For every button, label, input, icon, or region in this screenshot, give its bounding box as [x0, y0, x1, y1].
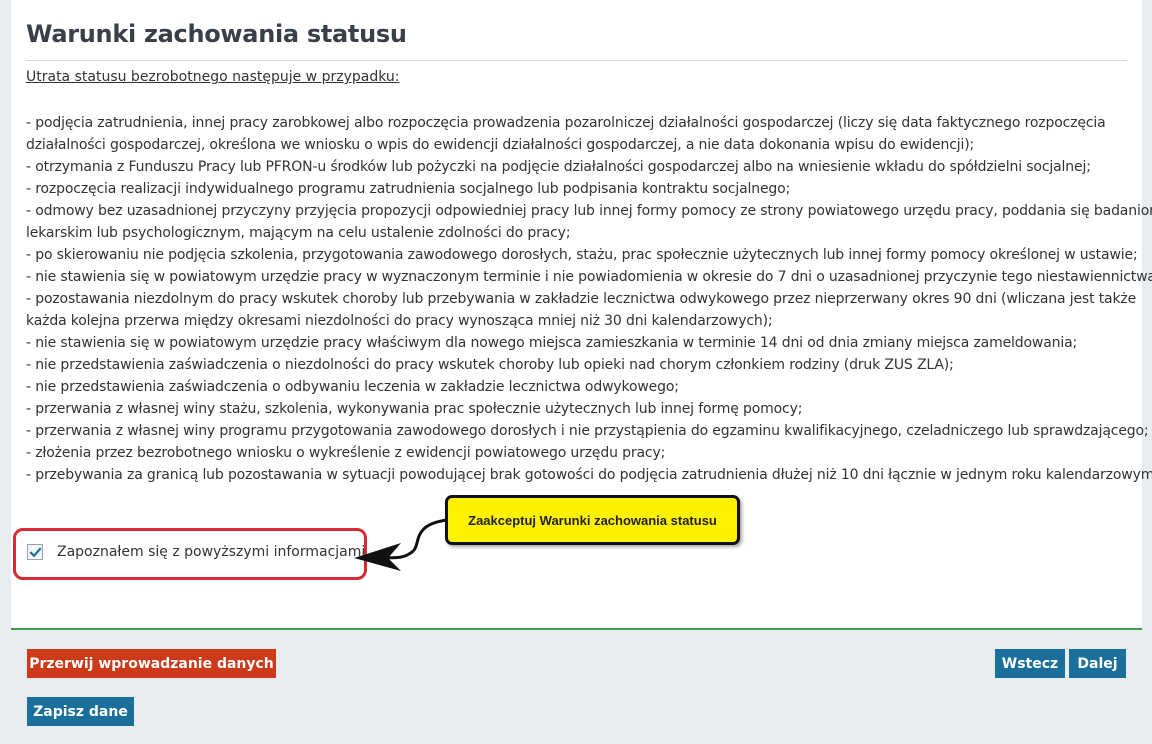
condition-line: - nie stawienia się w powiatowym urzędzi…: [26, 335, 1078, 351]
checkmark-icon: [29, 547, 42, 558]
acknowledgement-label[interactable]: Zapoznałem się z powyższymi informacjami: [57, 544, 365, 560]
condition-line: - nie przedstawienia zaświadczenia o nie…: [26, 357, 954, 373]
condition-line: - przebywania za granicą lub pozostawani…: [26, 467, 1152, 483]
condition-line: - złożenia przez bezrobotnego wniosku o …: [26, 445, 666, 461]
condition-line: - przerwania z własnej winy stażu, szkol…: [26, 401, 803, 417]
condition-line: - podjęcia zatrudnienia, innej pracy zar…: [26, 115, 1106, 131]
instruction-callout: Zaakceptuj Warunki zachowania statusu: [445, 495, 740, 545]
next-button[interactable]: Dalej: [1069, 649, 1126, 678]
conditions-list: - podjęcia zatrudnienia, innej pracy zar…: [26, 112, 1152, 486]
page-title: Warunki zachowania statusu: [26, 20, 407, 48]
condition-line: lekarskim lub psychologicznym, mającym n…: [26, 225, 571, 241]
form-footer-divider: [11, 628, 1142, 630]
conditions-intro: Utrata statusu bezrobotnego następuje w …: [26, 69, 400, 85]
condition-line: - przerwania z własnej winy programu prz…: [26, 423, 1149, 439]
condition-line: - nie przedstawienia zaświadczenia o odb…: [26, 379, 679, 395]
save-button[interactable]: Zapisz dane: [27, 697, 134, 726]
condition-line: działalności gospodarczej, określona we …: [26, 137, 975, 153]
condition-line: każda kolejna przerwa między okresami ni…: [26, 313, 773, 329]
title-divider: [26, 60, 1127, 61]
condition-line: - pozostawania niezdolnym do pracy wskut…: [26, 291, 1137, 307]
back-button[interactable]: Wstecz: [995, 649, 1065, 678]
condition-line: - po skierowaniu nie podjęcia szkolenia,…: [26, 247, 1138, 263]
condition-line: - rozpoczęcia realizacji indywidualnego …: [26, 181, 791, 197]
condition-line: - odmowy bez uzasadnionej przyczyny przy…: [26, 203, 1152, 219]
condition-line: - otrzymania z Funduszu Pracy lub PFRON-…: [26, 159, 1091, 175]
cancel-entry-button[interactable]: Przerwij wprowadzanie danych: [27, 649, 276, 678]
condition-line: - nie stawienia się w powiatowym urzędzi…: [26, 269, 1152, 285]
acknowledgement-checkbox[interactable]: [27, 544, 43, 560]
